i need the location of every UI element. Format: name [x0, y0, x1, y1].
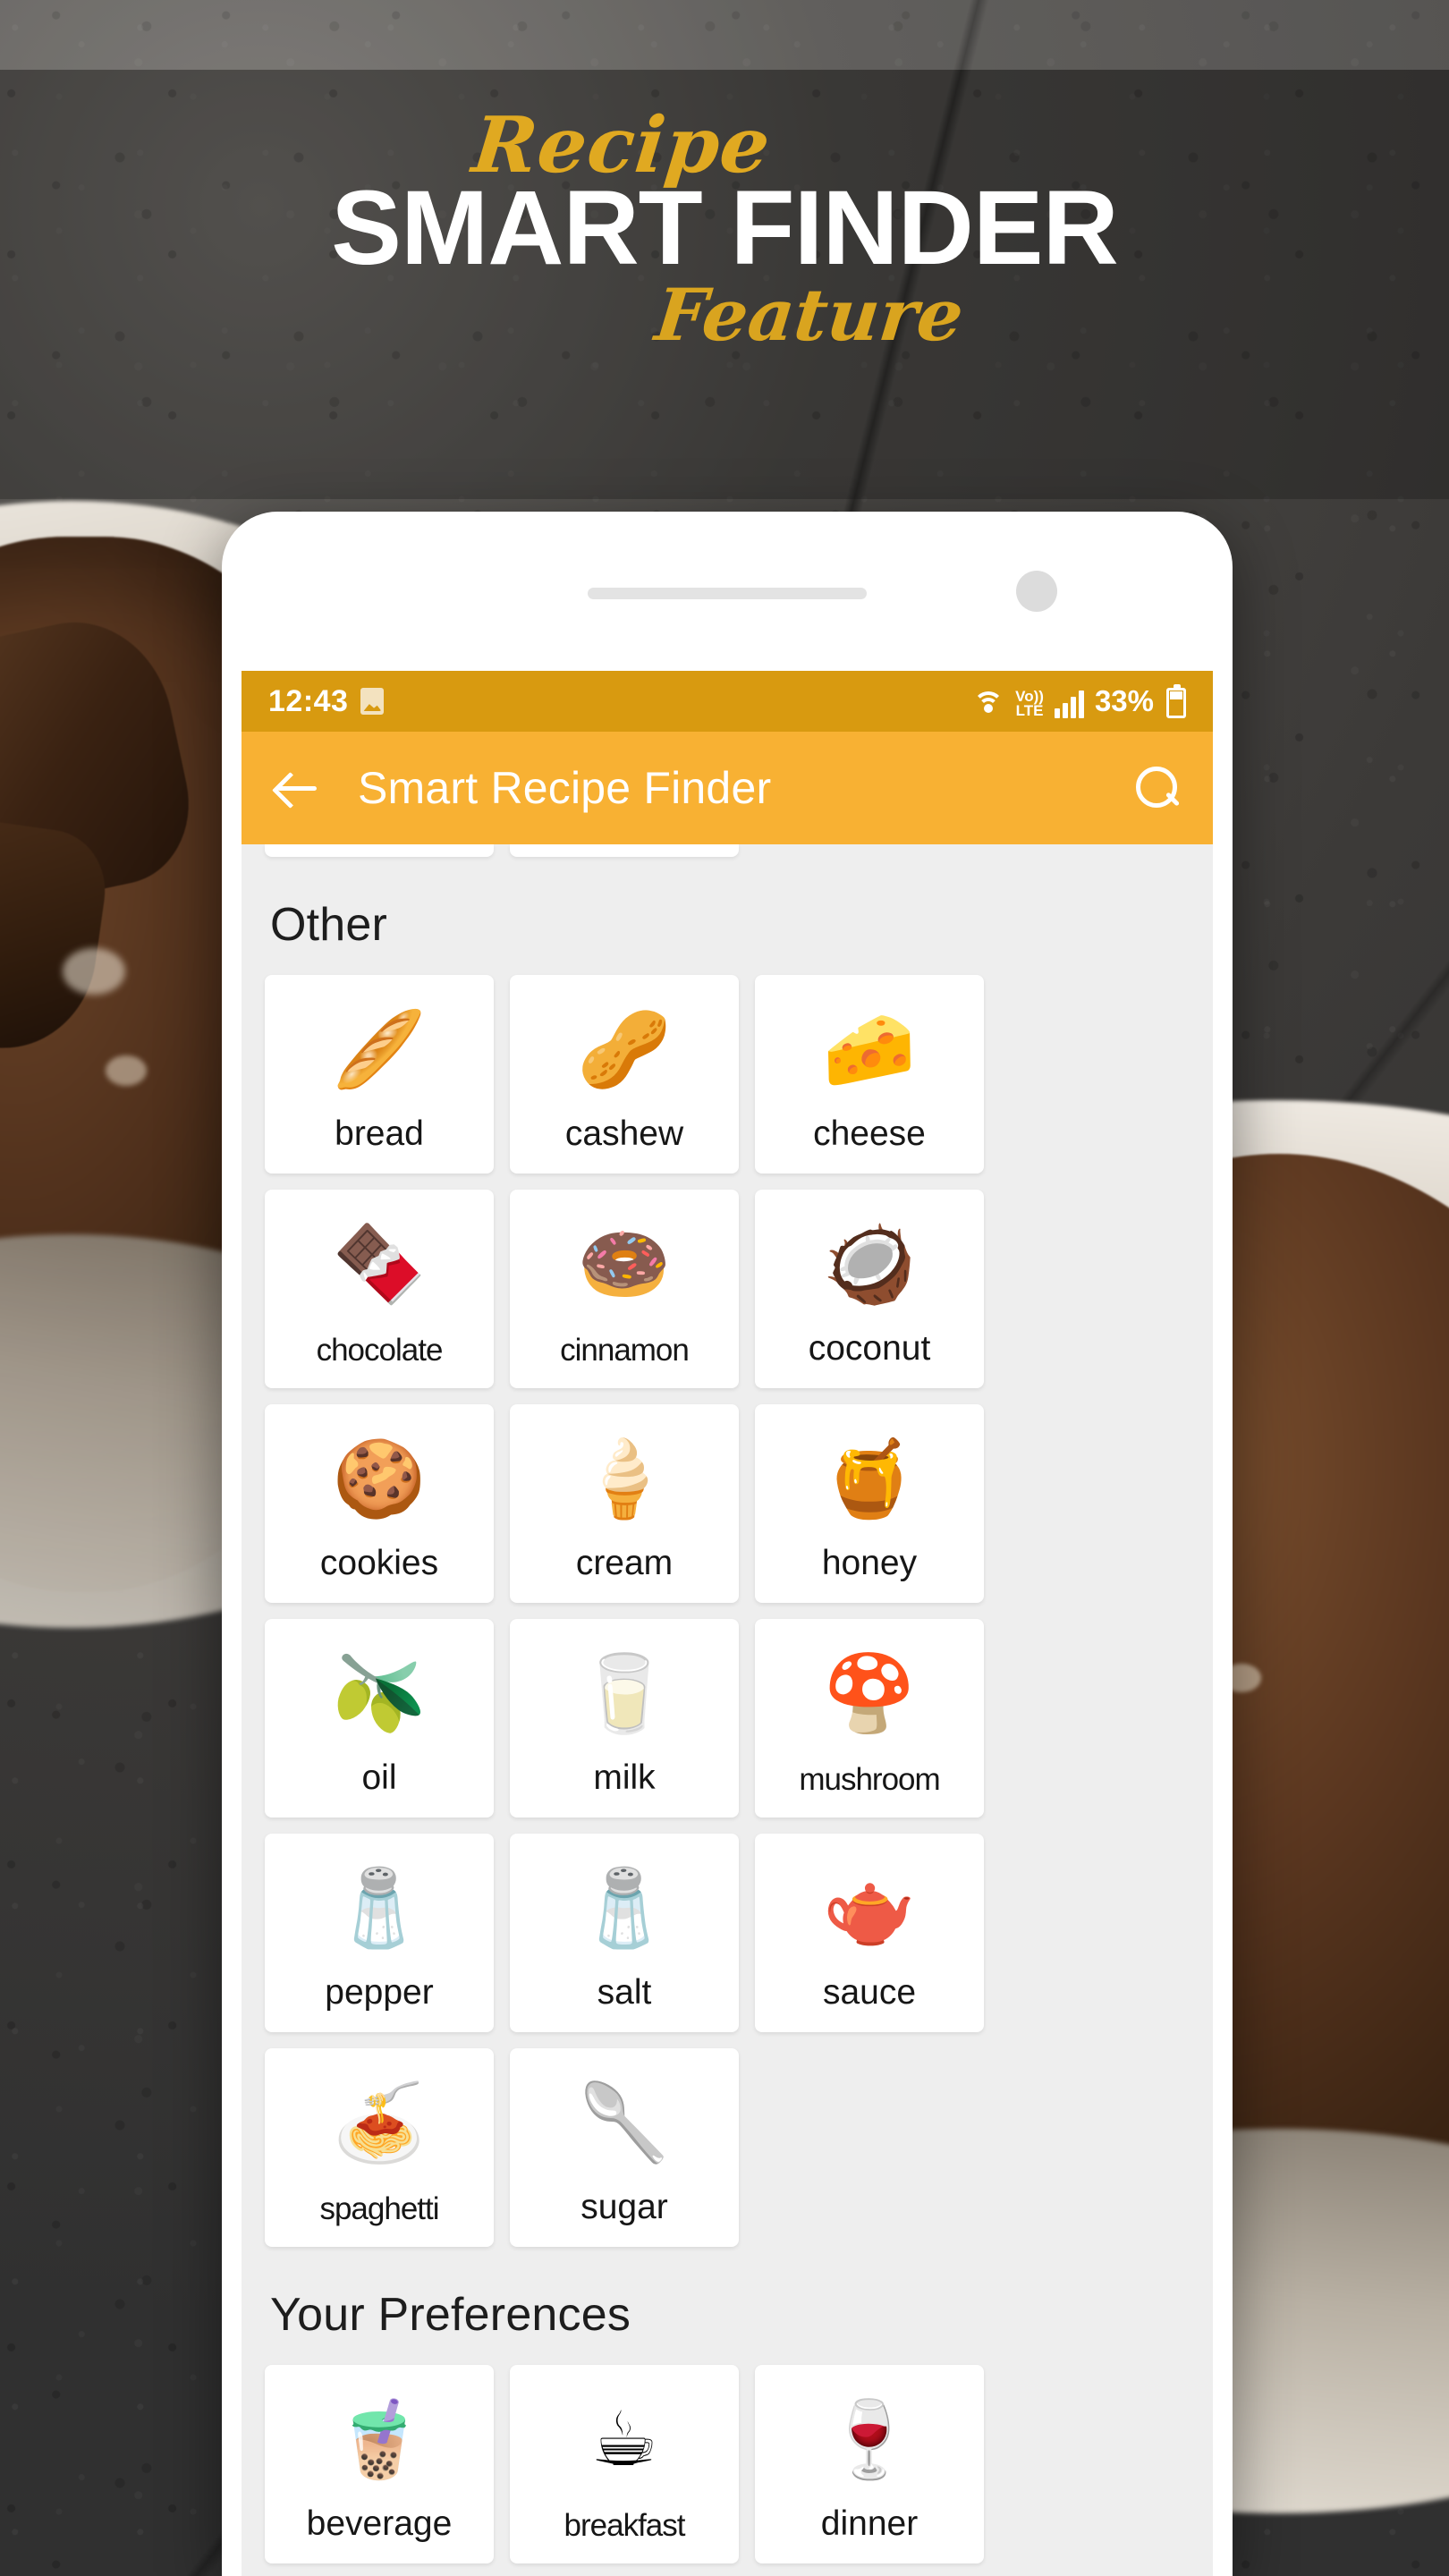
grid-item-label: cashew	[564, 1114, 684, 1153]
chocolate-icon: 🍫	[332, 1220, 427, 1308]
hero-script-top: Recipe	[468, 100, 775, 191]
grid-item-label: coconut	[808, 1329, 931, 1368]
grid-item-label: cinnamon	[560, 1333, 690, 1368]
grid-item-label: cream	[575, 1544, 674, 1582]
grid-item-label: oil	[361, 1758, 397, 1797]
grid-item-label: beverage	[306, 2504, 453, 2543]
grid-item-label: honey	[821, 1544, 918, 1582]
battery-percent: 33%	[1094, 684, 1154, 717]
content-scroll-area[interactable]: Other 🥖 bread 🥜 cashew 🧀 cheese 🍫 chocol…	[242, 844, 1213, 2576]
image-icon	[360, 688, 385, 715]
partial-card[interactable]	[265, 844, 494, 857]
cashew-icon: 🥜	[577, 1005, 672, 1093]
cheese-icon: 🧀	[822, 1005, 917, 1093]
phone-camera-icon	[1016, 571, 1057, 612]
grid-item-label: cookies	[319, 1544, 439, 1582]
grid-item-chocolate[interactable]: 🍫 chocolate	[265, 1190, 494, 1388]
wifi-icon	[972, 690, 1004, 718]
sugar-icon: 🥄	[577, 2079, 672, 2166]
ingredient-grid-other: 🥖 bread 🥜 cashew 🧀 cheese 🍫 chocolate 🍩 …	[265, 975, 1190, 2247]
grid-item-coconut[interactable]: 🥥 coconut	[755, 1190, 984, 1388]
grid-item-label: cheese	[813, 1114, 926, 1153]
grid-item-honey[interactable]: 🍯 honey	[755, 1404, 984, 1603]
grid-item-pepper[interactable]: 🧂 pepper	[265, 1834, 494, 2032]
grid-item-oil[interactable]: 🫒 oil	[265, 1619, 494, 1818]
grid-item-cheese[interactable]: 🧀 cheese	[755, 975, 984, 1174]
grid-item-label: mushroom	[799, 1762, 940, 1797]
hero-script-bottom: Feature	[651, 272, 968, 357]
grid-item-label: dinner	[820, 2504, 919, 2543]
grid-item-cinnamon[interactable]: 🍩 cinnamon	[510, 1190, 739, 1388]
grid-item-cream[interactable]: 🍦 cream	[510, 1404, 739, 1603]
breakfast-icon: ☕	[590, 2395, 658, 2483]
grid-item-salt[interactable]: 🧂 salt	[510, 1834, 739, 2032]
grid-item-dinner[interactable]: 🍷 dinner	[755, 2365, 984, 2563]
grid-item-mushroom[interactable]: 🍄 mushroom	[755, 1619, 984, 1818]
back-arrow-icon[interactable]	[272, 762, 324, 814]
status-bar: 12:43 Vo)) LTE 33%	[242, 671, 1213, 732]
grid-item-cookies[interactable]: 🍪 cookies	[265, 1404, 494, 1603]
grid-item-label: spaghetti	[319, 2191, 439, 2226]
volte-icon: Vo)) LTE	[1015, 689, 1044, 719]
grid-item-spaghetti[interactable]: 🍝 spaghetti	[265, 2048, 494, 2247]
section-header-your-preferences: Your Preferences	[270, 2289, 631, 2341]
signal-bars-icon	[1054, 690, 1084, 718]
salt-icon: 🧂	[577, 1864, 672, 1952]
background-top-band	[0, 0, 1449, 70]
app-bar-title: Smart Recipe Finder	[358, 763, 772, 813]
grid-item-label: salt	[597, 1973, 652, 2012]
grid-item-sugar[interactable]: 🥄 sugar	[510, 2048, 739, 2247]
chocolate-crumb	[63, 948, 125, 995]
mushroom-icon: 🍄	[822, 1649, 917, 1737]
section-header-other: Other	[270, 899, 388, 951]
cookies-icon: 🍪	[332, 1435, 427, 1522]
volte-label-bottom: LTE	[1015, 701, 1044, 719]
beverage-icon: 🧋	[332, 2395, 427, 2483]
grid-item-label: bread	[335, 1114, 424, 1153]
grid-item-label: milk	[593, 1758, 656, 1797]
search-icon[interactable]	[1132, 763, 1182, 813]
oil-icon: 🫒	[332, 1649, 427, 1737]
milk-icon: 🥛	[577, 1649, 672, 1737]
phone-speaker-icon	[588, 588, 867, 599]
grid-item-bread[interactable]: 🥖 bread	[265, 975, 494, 1174]
promo-screenshot: Recipe SMART FINDER Feature 12:43 Vo)) L…	[0, 0, 1449, 2576]
preferences-grid: 🧋 beverage ☕ breakfast 🍷 dinner 🥖 easy	[265, 2365, 1190, 2576]
grid-item-sauce[interactable]: 🫖 sauce	[755, 1834, 984, 2032]
phone-mockup: 12:43 Vo)) LTE 33% Smart Recipe Finder O…	[222, 512, 1233, 2576]
grid-item-label: breakfast	[564, 2508, 686, 2543]
hero-banner: Recipe SMART FINDER Feature	[0, 100, 1449, 357]
grid-item-label: sugar	[580, 2188, 668, 2226]
sauce-icon: 🫖	[822, 1864, 917, 1952]
spaghetti-icon: 🍝	[332, 2079, 427, 2166]
previous-section-partial-row	[265, 844, 1190, 857]
chocolate-crumb	[106, 1055, 147, 1086]
grid-item-cashew[interactable]: 🥜 cashew	[510, 975, 739, 1174]
grid-item-milk[interactable]: 🥛 milk	[510, 1619, 739, 1818]
grid-item-label: pepper	[325, 1973, 434, 2012]
pepper-icon: 🧂	[332, 1864, 427, 1952]
battery-icon	[1166, 684, 1186, 718]
grid-item-beverage[interactable]: 🧋 beverage	[265, 2365, 494, 2563]
phone-screen: 12:43 Vo)) LTE 33% Smart Recipe Finder O…	[242, 671, 1213, 2576]
bread-icon: 🥖	[332, 1005, 427, 1093]
dinner-icon: 🍷	[822, 2395, 917, 2483]
coconut-icon: 🥥	[822, 1220, 917, 1308]
grid-item-breakfast[interactable]: ☕ breakfast	[510, 2365, 739, 2563]
app-bar: Smart Recipe Finder	[242, 732, 1213, 844]
grid-item-label: chocolate	[316, 1333, 444, 1368]
status-clock: 12:43	[268, 683, 349, 718]
honey-icon: 🍯	[822, 1435, 917, 1522]
cinnamon-icon: 🍩	[577, 1220, 672, 1308]
grid-item-label: sauce	[822, 1973, 917, 2012]
cream-icon: 🍦	[577, 1435, 672, 1522]
partial-card[interactable]	[510, 844, 739, 857]
